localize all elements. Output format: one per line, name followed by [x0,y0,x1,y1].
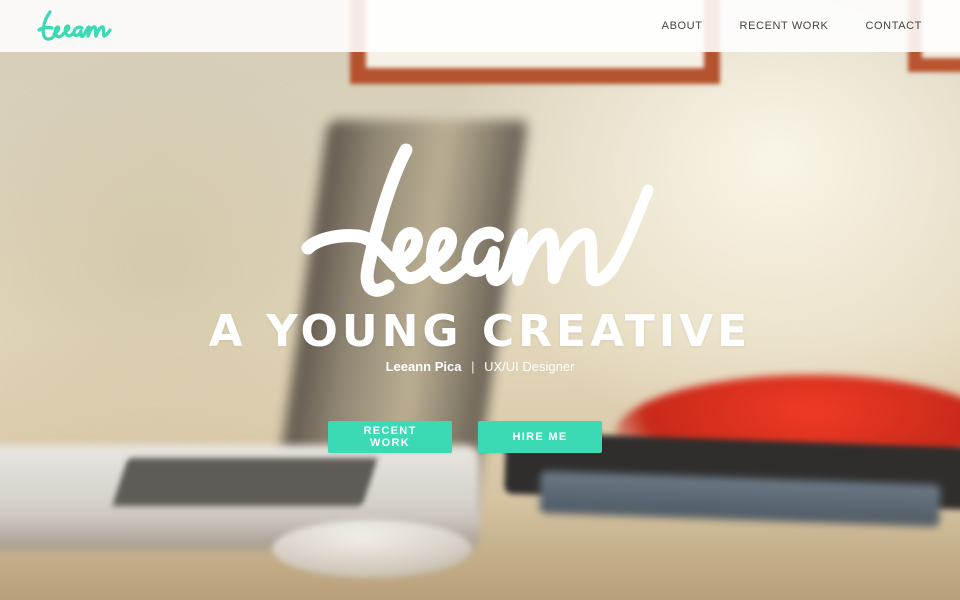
background-keyboard [112,458,378,506]
hero-cta-row: RECENT WORK HIRE ME [0,421,960,453]
subline-separator: | [471,359,475,374]
nav-about[interactable]: ABOUT [662,20,703,32]
designer-name: Leeann Pica [385,359,462,374]
logo-link[interactable] [36,6,116,46]
recent-work-button[interactable]: RECENT WORK [328,421,452,453]
hire-me-button[interactable]: HIRE ME [478,421,602,453]
nav-links: ABOUT RECENT WORK CONTACT [662,20,922,32]
nav-recent-work[interactable]: RECENT WORK [740,20,829,32]
nav-contact[interactable]: CONTACT [865,20,922,32]
hero-subline: Leeann Pica | UX/UI Designer [0,359,960,374]
background-table [0,500,960,600]
hero-script-title [301,143,654,297]
designer-role: UX/UI Designer [484,359,575,374]
leeann-logo [37,10,112,41]
top-nav: ABOUT RECENT WORK CONTACT [0,0,960,52]
hero-tagline: A YOUNG CREATIVE [208,306,752,357]
